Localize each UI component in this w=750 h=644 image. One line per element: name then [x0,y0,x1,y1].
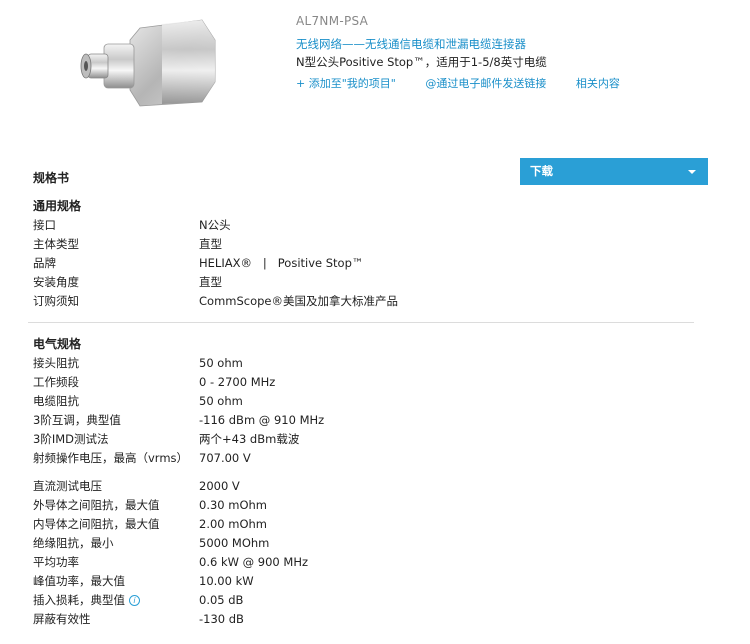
spec-value: HELIAX® | Positive Stop™ [199,256,364,270]
spec-label: 外导体之间阻抗，最大值 [33,498,160,512]
spec-sheet-title: 规格书 [33,171,70,185]
spec-label: 主体类型 [33,237,79,251]
spec-value: 10.00 kW [199,574,254,588]
info-icon[interactable]: i [129,595,140,606]
spec-row: 射频操作电压，最高（vrms） 707.00 V [33,449,693,468]
spec-label: 电缆阻抗 [33,394,79,408]
spec-value: 直型 [199,275,222,289]
spec-value: -116 dBm @ 910 MHz [199,413,325,427]
spec-label: 平均功率 [33,555,79,569]
related-content-link[interactable]: 相关内容 [576,77,620,90]
spec-row: 3阶互调，典型值 -116 dBm @ 910 MHz [33,411,693,430]
electrical-specs-section: 电气规格 接头阻抗 50 ohm 工作频段 0 - 2700 MHz 电缆阻抗 50 … [33,335,693,629]
spec-label: 安装角度 [33,275,79,289]
product-category-link[interactable]: 无线网络——无线通信电缆和泄漏电缆连接器 [296,36,646,53]
product-description: N型公头Positive Stop™，适用于1-5/8英寸电缆 [296,55,547,69]
spec-row: 绝缘阻抗，最小 5000 MOhm [33,534,693,553]
spec-value: 0.30 mOhm [199,498,268,512]
spec-value: 0.05 dB [199,593,244,607]
spec-value: 707.00 V [199,451,251,465]
spec-value: 50 ohm [199,356,243,370]
spec-value: -130 dB [199,612,244,626]
product-image [80,19,216,107]
spec-row: 主体类型 直型 [33,235,693,254]
spec-value: 2000 V [199,479,240,493]
spec-value: 50 ohm [199,394,243,408]
spec-value: 0.6 kW @ 900 MHz [199,555,308,569]
spec-row: 接口 N公头 [33,216,693,235]
spec-label: 射频操作电压，最高（vrms） [33,451,189,465]
download-label: 下载 [530,164,553,178]
add-to-projects-link[interactable]: + 添加至"我的项目" [296,77,396,90]
spec-label-with-info: 插入损耗，典型值 i [33,591,140,610]
download-button[interactable]: 下载 [520,158,708,185]
spec-label: 绝缘阻抗，最小 [33,536,114,550]
spec-value: 0 - 2700 MHz [199,375,276,389]
spec-label: 内导体之间阻抗，最大值 [33,517,160,531]
spec-label: 直流测试电压 [33,479,102,493]
spec-row: 峰值功率，最大值 10.00 kW [33,572,693,591]
spec-label: 工作频段 [33,375,79,389]
spec-row: 接头阻抗 50 ohm [33,354,693,373]
spec-row: 安装角度 直型 [33,273,693,292]
spec-value: 两个+43 dBm载波 [199,432,300,446]
spec-row: 3阶IMD测试法 两个+43 dBm载波 [33,430,693,449]
row-gap [33,468,693,477]
spec-row: 插入损耗，典型值 i 0.05 dB [33,591,693,610]
spec-value: 2.00 mOhm [199,517,268,531]
spec-label: 接头阻抗 [33,356,79,370]
spec-label: 插入损耗，典型值 [33,593,125,607]
general-specs-section: 通用规格 接口 N公头 主体类型 直型 品牌 HELIAX® | Positive S… [33,197,693,311]
spec-label: 峰值功率，最大值 [33,574,125,588]
spec-row: 订购须知 CommScope®美国及加拿大标准产品 [33,292,693,311]
spec-label: 订购须知 [33,294,79,308]
spec-row: 工作频段 0 - 2700 MHz [33,373,693,392]
section-divider [28,322,694,323]
spec-label: 3阶互调，典型值 [33,413,121,427]
spec-row: 平均功率 0.6 kW @ 900 MHz [33,553,693,572]
product-actions: + 添加至"我的项目" @通过电子邮件发送链接 相关内容 [296,75,646,91]
spec-row: 电缆阻抗 50 ohm [33,392,693,411]
email-link[interactable]: @通过电子邮件发送链接 [425,77,546,90]
spec-row: 品牌 HELIAX® | Positive Stop™ [33,254,693,273]
spec-row: 屏蔽有效性 -130 dB [33,610,693,629]
product-model: AL7NM-PSA [296,14,369,28]
spec-value: N公头 [199,218,231,232]
product-info: AL7NM-PSA 无线网络——无线通信电缆和泄漏电缆连接器 N型公头Posit… [296,14,646,91]
spec-value: 直型 [199,237,222,251]
spec-label: 3阶IMD测试法 [33,432,109,446]
spec-value: 5000 MOhm [199,536,270,550]
spec-row: 内导体之间阻抗，最大值 2.00 mOhm [33,515,693,534]
spec-value: CommScope®美国及加拿大标准产品 [199,294,399,308]
general-specs-heading: 通用规格 [33,199,82,213]
spec-label: 接口 [33,218,56,232]
spec-label: 品牌 [33,256,56,270]
electrical-specs-heading: 电气规格 [33,337,82,351]
spec-row: 外导体之间阻抗，最大值 0.30 mOhm [33,496,693,515]
spec-row: 直流测试电压 2000 V [33,477,693,496]
chevron-down-icon [688,170,696,174]
spec-label: 屏蔽有效性 [33,612,91,626]
